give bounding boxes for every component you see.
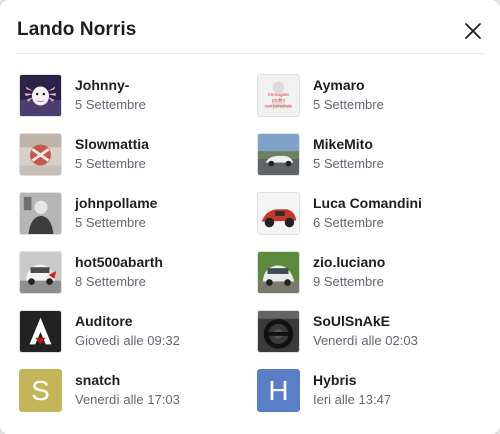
avatar[interactable]: S — [19, 369, 62, 412]
person-name[interactable]: Johnny- — [75, 76, 146, 94]
list-item[interactable]: Immagine profilo non personale Aymaro 5 … — [257, 74, 489, 133]
header-divider — [16, 53, 484, 54]
avatar[interactable] — [257, 251, 300, 294]
person-name[interactable]: MikeMito — [313, 135, 384, 153]
list-item[interactable]: Luca Comandini 6 Settembre — [257, 192, 489, 251]
person-name[interactable]: snatch — [75, 371, 180, 389]
person-name[interactable]: Aymaro — [313, 76, 384, 94]
reaction-time: Venerdì alle 02:03 — [313, 333, 418, 348]
avatar[interactable]: Immagine profilo non personale — [257, 74, 300, 117]
list-item[interactable]: zio.luciano 9 Settembre — [257, 251, 489, 310]
reaction-time: Ieri alle 13:47 — [313, 392, 392, 407]
reaction-time: 8 Settembre — [75, 274, 146, 289]
placeholder-line-1: Immagine — [268, 92, 289, 98]
dialog-title: Lando Norris — [17, 19, 137, 40]
list-item[interactable]: S snatch Venerdì alle 17:03 — [19, 369, 257, 428]
avatar[interactable] — [19, 74, 62, 117]
avatar[interactable] — [257, 310, 300, 353]
person-name[interactable]: zio.luciano — [313, 253, 385, 271]
person-name[interactable]: Slowmattia — [75, 135, 149, 153]
list-item[interactable]: hot500abarth 8 Settembre — [19, 251, 257, 310]
reaction-time: Venerdì alle 17:03 — [75, 392, 180, 407]
person-name[interactable]: johnpollame — [75, 194, 157, 212]
reaction-time: 5 Settembre — [313, 156, 384, 171]
avatar[interactable] — [19, 251, 62, 294]
placeholder-line-3: non personale — [265, 103, 293, 108]
reaction-time: Giovedì alle 09:32 — [75, 333, 180, 348]
list-item[interactable]: Slowmattia 5 Settembre — [19, 133, 257, 192]
people-list: Johnny- 5 Settembre Immagine profilo non… — [19, 74, 489, 428]
reaction-time: 9 Settembre — [313, 274, 384, 289]
avatar[interactable] — [19, 133, 62, 176]
dialog-header: Lando Norris — [0, 0, 500, 54]
list-item[interactable]: Johnny- 5 Settembre — [19, 74, 257, 133]
person-name[interactable]: Auditore — [75, 312, 180, 330]
list-item[interactable]: SoUlSnAkE Venerdì alle 02:03 — [257, 310, 489, 369]
avatar[interactable] — [19, 192, 62, 235]
avatar[interactable] — [257, 133, 300, 176]
person-name[interactable]: Hybris — [313, 371, 391, 389]
person-name[interactable]: Luca Comandini — [313, 194, 422, 212]
reaction-time: 5 Settembre — [75, 156, 146, 171]
reaction-time: 5 Settembre — [313, 97, 384, 112]
list-item[interactable]: H Hybris Ieri alle 13:47 — [257, 369, 489, 428]
person-name[interactable]: hot500abarth — [75, 253, 163, 271]
close-icon — [465, 23, 481, 39]
avatar[interactable] — [257, 192, 300, 235]
reactions-dialog: Lando Norris Johnny- 5 Settembre Immagin… — [0, 0, 500, 434]
close-button[interactable] — [464, 22, 482, 40]
avatar[interactable]: H — [257, 369, 300, 412]
reaction-time: 6 Settembre — [313, 215, 384, 230]
person-name[interactable]: SoUlSnAkE — [313, 312, 418, 330]
reaction-time: 5 Settembre — [75, 97, 146, 112]
avatar[interactable] — [19, 310, 62, 353]
list-item[interactable]: Auditore Giovedì alle 09:32 — [19, 310, 257, 369]
list-item[interactable]: MikeMito 5 Settembre — [257, 133, 489, 192]
list-item[interactable]: johnpollame 5 Settembre — [19, 192, 257, 251]
reaction-time: 5 Settembre — [75, 215, 146, 230]
